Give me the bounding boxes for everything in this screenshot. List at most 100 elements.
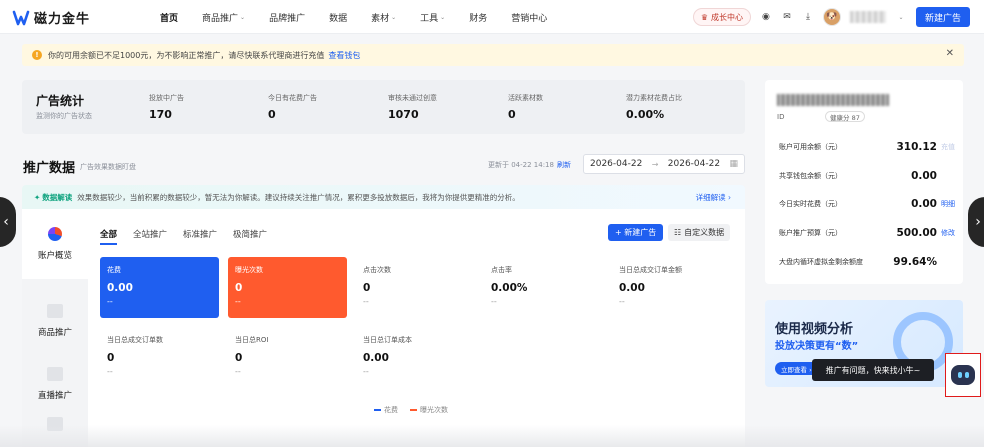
overview-side-tabs: 账户概览 商品推广 直播推广	[22, 209, 88, 447]
recharge-link[interactable]: 充值	[937, 142, 955, 152]
side-tab-account-overview[interactable]: 账户概览	[22, 209, 88, 279]
legend-label: 花费	[384, 406, 398, 414]
nav-item-5[interactable]: 工具 ⌄	[420, 11, 445, 24]
metric-compare: --	[619, 297, 625, 306]
nav-item-label: 品牌推广	[269, 13, 306, 24]
metric-ctr[interactable]: 点击率 0.00% --	[484, 257, 603, 318]
robot-eye	[957, 372, 962, 378]
chevron-down-icon: ⌄	[391, 13, 397, 21]
legend-swatch	[374, 409, 381, 411]
header-actions: ♛ 成长中心 ◉ ✉ ⤓ 🐶 ⌄ 新建广告	[692, 7, 970, 27]
view-wallet-link[interactable]: 查看钱包	[328, 50, 360, 61]
spark-icon: ✦	[34, 192, 41, 202]
stat-spending-ads[interactable]: 今日有花费广告 0	[268, 93, 317, 121]
stat-label: 活跃素材数	[508, 94, 543, 102]
date-end: 2026-04-22	[667, 159, 721, 169]
balance-notice: ! 你的可用余额已不足1000元，为不影响正常推广，请尽快联系代理商进行充值 查…	[22, 44, 964, 66]
brand-logo[interactable]: 磁力金牛	[12, 8, 90, 27]
tab-minimal[interactable]: 极简推广	[233, 228, 267, 240]
nav-item-7[interactable]: 营销中心	[511, 11, 547, 24]
detail-link[interactable]: 明细	[937, 199, 955, 209]
account-row-label: 大盘内循环虚拟金剩余额度	[779, 258, 863, 266]
metric-roi[interactable]: 当日总ROI 0 --	[228, 327, 347, 388]
update-time: 更新于 04-22 14:18 刷新	[488, 160, 571, 170]
username-blurred[interactable]	[849, 11, 886, 23]
nav-item-3[interactable]: 数据	[329, 11, 347, 24]
metric-order-cost[interactable]: 当日总订单成本 0.00 --	[356, 327, 475, 388]
panel-new-ad-button[interactable]: + 新建广告	[608, 224, 664, 241]
side-tab-label: 账户概览	[37, 251, 72, 261]
metric-value: 0	[235, 352, 243, 364]
metric-clicks[interactable]: 点击次数 0 --	[356, 257, 475, 318]
ad-stats-card: 广告统计 监测你的广告状态 投放中广告 170 今日有花费广告 0 审核未通过创…	[22, 80, 745, 134]
crown-icon: ♛	[700, 12, 708, 22]
chevron-right-icon: ›	[975, 214, 981, 230]
refresh-link[interactable]: 刷新	[557, 161, 571, 169]
metric-order-amount[interactable]: 当日总成交订单金额 0.00 --	[612, 257, 731, 318]
close-icon[interactable]: ✕	[946, 48, 954, 59]
nav-item-1[interactable]: 商品推广 ⌄	[202, 11, 245, 24]
insight-text: 效果数据较少，当前积累的数据较少，暂无法为你解读。建议持续关注推广情况，累积更多…	[77, 192, 520, 202]
chevron-down-icon: ⌄	[440, 13, 446, 21]
chart-legend: 花费 曝光次数	[374, 405, 448, 415]
promo-subtitle: 投放决策更有“数”	[775, 341, 859, 352]
nav-item-label: 营销中心	[511, 13, 548, 24]
avatar[interactable]: 🐶	[822, 8, 841, 26]
assistant-bot-button[interactable]	[945, 353, 981, 397]
metric-spend[interactable]: 花费 0.00 --	[100, 257, 219, 318]
chevron-down-icon[interactable]: ⌄	[895, 11, 907, 23]
stat-value: 170	[149, 108, 172, 121]
side-tab-product-promotion[interactable]: 商品推广	[22, 286, 88, 356]
legend-item-spend[interactable]: 花费	[374, 405, 398, 415]
nav-item-4[interactable]: 素材 ⌄	[371, 11, 396, 24]
metric-value: 0.00	[363, 352, 389, 364]
date-range-picker[interactable]: 2026-04-22 → 2026-04-22 ▦	[583, 154, 745, 174]
account-row-available-balance: 账户可用余额（元） 310.12 充值	[779, 140, 955, 154]
metric-compare: --	[363, 367, 369, 376]
modify-link[interactable]: 修改	[937, 228, 955, 238]
tab-full-site[interactable]: 全站推广	[133, 228, 167, 240]
new-ad-button[interactable]: 新建广告	[915, 7, 970, 27]
message-icon[interactable]: ✉	[781, 11, 793, 23]
tab-standard[interactable]: 标准推广	[183, 228, 217, 240]
account-row-label: 账户可用余额（元）	[779, 143, 842, 151]
side-tab-live-promotion[interactable]: 直播推广	[22, 349, 88, 419]
metric-compare: --	[107, 297, 113, 306]
health-score-badge[interactable]: 健康分 87	[825, 111, 865, 122]
account-row-virtual-quota: 大盘内循环虚拟金剩余额度 99.64%	[779, 255, 955, 269]
growth-center-button[interactable]: ♛ 成长中心	[692, 8, 751, 26]
detail-insight-link[interactable]: 详细解读 ›	[696, 192, 731, 203]
nav-item-6[interactable]: 财务	[469, 11, 487, 24]
stat-potential-material-ratio[interactable]: 潜力素材花费占比 0.00%	[626, 93, 682, 121]
stat-rejected-creatives[interactable]: 审核未通过创意 1070	[388, 93, 437, 121]
nav-item-0[interactable]: 首页	[160, 11, 178, 24]
account-row-shared-wallet: 共享钱包余额（元） 0.00	[779, 169, 955, 183]
nav-item-2[interactable]: 品牌推广	[269, 11, 305, 24]
stat-value: 1070	[388, 108, 419, 121]
metric-compare: --	[363, 297, 369, 306]
coin-icon[interactable]: ◉	[760, 11, 772, 23]
date-start: 2026-04-22	[590, 159, 643, 169]
bottom-fade	[0, 425, 984, 447]
metric-order-count[interactable]: 当日总成交订单数 0 --	[100, 327, 219, 388]
stat-label: 投放中广告	[149, 94, 184, 102]
metric-impressions[interactable]: 曝光次数 0 --	[228, 257, 347, 318]
download-icon[interactable]: ⤓	[802, 11, 814, 23]
nav-item-label: 素材	[371, 13, 390, 24]
stat-active-materials[interactable]: 活跃素材数 0	[508, 93, 543, 121]
stat-active-ads[interactable]: 投放中广告 170	[149, 93, 184, 121]
stat-value: 0.00%	[626, 108, 665, 121]
chevron-left-icon: ‹	[3, 214, 9, 230]
stat-value: 0	[508, 108, 516, 121]
legend-item-impressions[interactable]: 曝光次数	[410, 405, 448, 415]
carousel-prev-button[interactable]: ‹	[0, 197, 16, 247]
account-row-value: 310.12	[896, 141, 937, 153]
tab-all[interactable]: 全部	[100, 228, 118, 245]
metric-label: 花费	[107, 266, 121, 274]
carousel-next-button[interactable]: ›	[968, 197, 984, 247]
pie-chart-icon	[48, 227, 62, 241]
custom-data-button[interactable]: ☷ 自定义数据	[668, 224, 731, 241]
side-tab-label: 商品推广	[37, 328, 72, 338]
metric-label: 当日总成交订单数	[107, 336, 163, 344]
metric-value: 0.00	[107, 282, 133, 294]
